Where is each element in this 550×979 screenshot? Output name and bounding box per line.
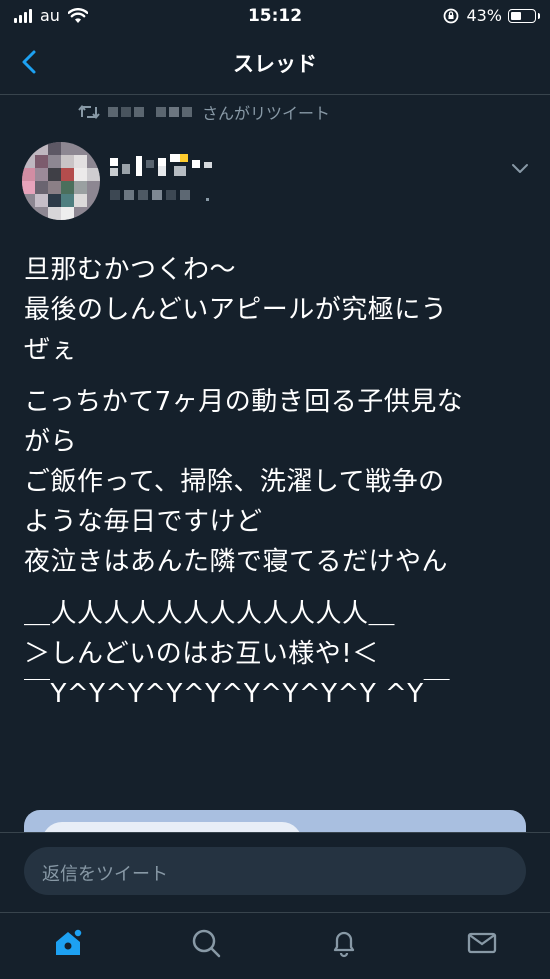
orientation-lock-icon	[444, 8, 459, 23]
retweet-icon	[78, 104, 100, 120]
reply-input[interactable]: 返信をツイート	[24, 847, 526, 895]
retweet-label: さんがリツイート	[202, 104, 331, 123]
bottom-tab-bar	[0, 912, 550, 979]
reply-placeholder: 返信をツイート	[42, 864, 168, 885]
battery-percent: 43%	[466, 6, 502, 25]
tweet-text: 旦那むかつくわ〜 最後のしんどいアピールが究極にう ぜぇ こっちかて7ヶ月の動き…	[24, 250, 534, 726]
search-icon[interactable]	[190, 927, 222, 959]
nav-header: スレッド	[0, 32, 550, 95]
retweeter-name-pixelated	[108, 107, 192, 117]
tweet-paragraph: 旦那むかつくわ〜 最後のしんどいアピールが究極にう ぜぇ	[24, 255, 448, 365]
retweet-context[interactable]: さんがリツイート	[78, 100, 330, 124]
home-icon[interactable]	[52, 927, 84, 959]
tweet-paragraph: ＿人人人人人人人人人人人人＿ ＞しんどいのはお互い様や!＜ ￣Y^Y^Y^Y^Y…	[24, 599, 451, 709]
author-handle-pixelated	[110, 190, 209, 201]
page-title: スレッド	[233, 52, 317, 76]
reply-bar: 返信をツイート	[0, 832, 550, 913]
mail-icon[interactable]	[466, 927, 498, 959]
status-bar: au 15:12 43%	[0, 0, 550, 32]
bell-icon[interactable]	[328, 927, 360, 959]
author-name-pixelated[interactable]	[110, 154, 240, 180]
chevron-down-icon[interactable]	[510, 158, 530, 178]
status-bar-right: 43%	[442, 6, 540, 25]
battery-icon	[508, 8, 540, 23]
tweet-paragraph: こっちかて7ヶ月の動き回る子供見な がら ご飯作って、掃除、洗濯して戦争の よう…	[24, 387, 464, 577]
avatar[interactable]	[22, 142, 100, 220]
